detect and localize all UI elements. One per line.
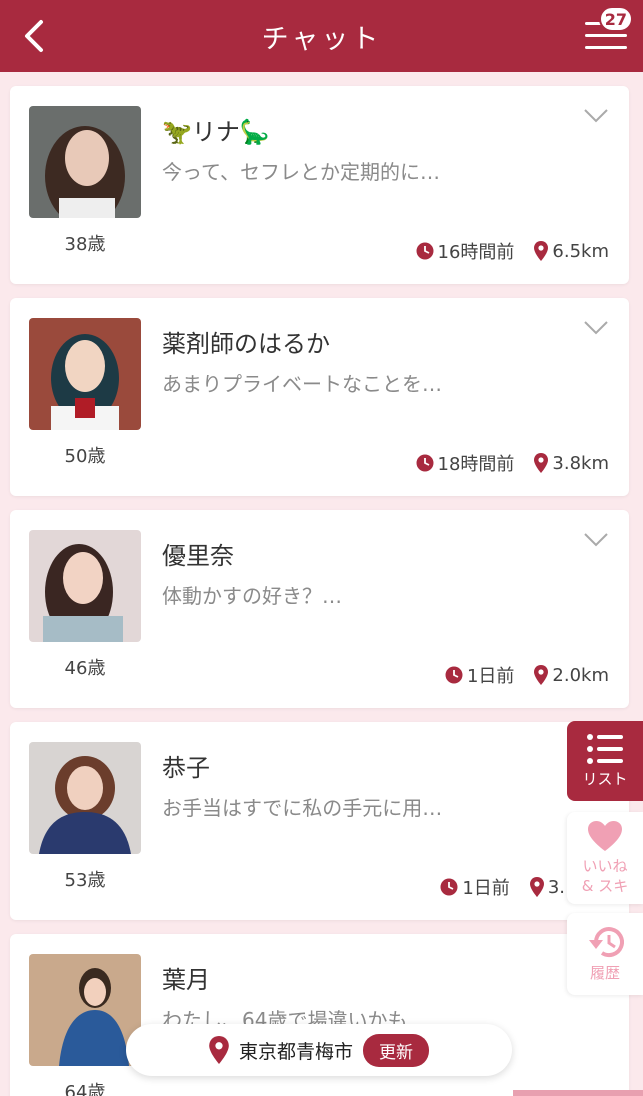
age-label: 46歳	[64, 658, 106, 679]
avatar	[29, 318, 141, 430]
page-title: チャット	[261, 23, 382, 55]
chat-time: 16時間前	[437, 242, 515, 263]
chat-card[interactable]: 50歳 薬剤師のはるか あまりプライベートなことを… 18時間前 3.8km	[10, 298, 629, 496]
clock-icon	[416, 242, 433, 260]
chat-meta: 18時間前 3.8km	[416, 450, 609, 476]
bottom-indicator	[513, 1090, 643, 1096]
side-history-label: 履歴	[589, 964, 620, 982]
chevron-left-icon	[25, 20, 43, 52]
age-label: 53歳	[64, 870, 106, 891]
chat-distance: 3.8km	[552, 452, 609, 474]
location-pin-icon	[534, 241, 549, 261]
location-pin-icon	[209, 1036, 229, 1064]
clock-icon	[440, 878, 458, 896]
chat-distance: 3.	[547, 876, 565, 898]
age-label: 50歳	[64, 446, 106, 467]
side-list-label: リスト	[582, 770, 628, 788]
chat-name: 恭子	[162, 754, 210, 782]
avatar	[29, 106, 141, 218]
chat-message-preview: 体動かすの好き？…	[162, 584, 342, 608]
avatar	[29, 530, 141, 642]
location-pin-icon	[529, 877, 544, 897]
update-location-button[interactable]: 更新	[363, 1033, 429, 1067]
notification-badge: 27	[598, 6, 633, 32]
menu-button[interactable]: 27	[585, 6, 633, 54]
side-list-button[interactable]: リスト	[567, 721, 643, 801]
clock-icon	[445, 666, 463, 684]
location-pin-icon	[534, 665, 549, 685]
avatar	[29, 954, 141, 1066]
chevron-down-icon[interactable]	[583, 532, 609, 548]
chat-name: 🦖リナ🦕	[162, 118, 270, 146]
side-like-button[interactable]: いいね & スキ	[567, 812, 643, 904]
list-icon	[587, 734, 623, 764]
chat-time: 1日前	[462, 878, 510, 899]
app-header: チャット 27	[0, 0, 643, 72]
chat-name: 薬剤師のはるか	[162, 330, 330, 358]
location-pin-icon	[534, 453, 549, 473]
chat-name: 優里奈	[162, 542, 234, 570]
chat-card[interactable]: 38歳 🦖リナ🦕 今って、セフレとか定期的に… 16時間前 6.5km	[10, 86, 629, 284]
side-like-label-1: いいね	[582, 857, 628, 875]
age-label: 38歳	[64, 234, 106, 255]
chat-list: 38歳 🦖リナ🦕 今って、セフレとか定期的に… 16時間前 6.5km 50歳 …	[10, 86, 629, 1096]
chat-meta: 1日前 2.0km	[445, 662, 609, 688]
location-city: 東京都青梅市	[238, 1040, 353, 1063]
side-like-label-2: & スキ	[581, 877, 629, 895]
chevron-down-icon[interactable]	[583, 320, 609, 336]
side-history-button[interactable]: 履歴	[567, 913, 643, 995]
heart-icon	[588, 821, 622, 851]
chat-card[interactable]: 53歳 恭子 お手当はすでに私の手元に用… 1日前 3.	[10, 722, 629, 920]
chat-name: 葉月	[162, 966, 210, 994]
age-label: 64歳	[64, 1082, 106, 1096]
chat-meta: 1日前 3.	[440, 874, 565, 900]
location-bar: 東京都青梅市 更新	[126, 1024, 512, 1076]
chat-message-preview: お手当はすでに私の手元に用…	[162, 796, 443, 820]
chat-meta: 16時間前 6.5km	[416, 238, 609, 264]
chat-card[interactable]: 46歳 優里奈 体動かすの好き？… 1日前 2.0km	[10, 510, 629, 708]
back-button[interactable]	[16, 18, 52, 54]
clock-icon	[416, 454, 433, 472]
chat-message-preview: あまりプライベートなことを…	[162, 372, 442, 396]
chat-distance: 6.5km	[552, 240, 609, 262]
chat-time: 18時間前	[437, 454, 515, 475]
chat-message-preview: 今って、セフレとか定期的に…	[162, 160, 440, 184]
history-icon	[589, 927, 624, 957]
chevron-down-icon[interactable]	[583, 108, 609, 124]
chat-time: 1日前	[466, 666, 515, 687]
avatar	[29, 742, 141, 854]
chat-distance: 2.0km	[552, 664, 609, 686]
